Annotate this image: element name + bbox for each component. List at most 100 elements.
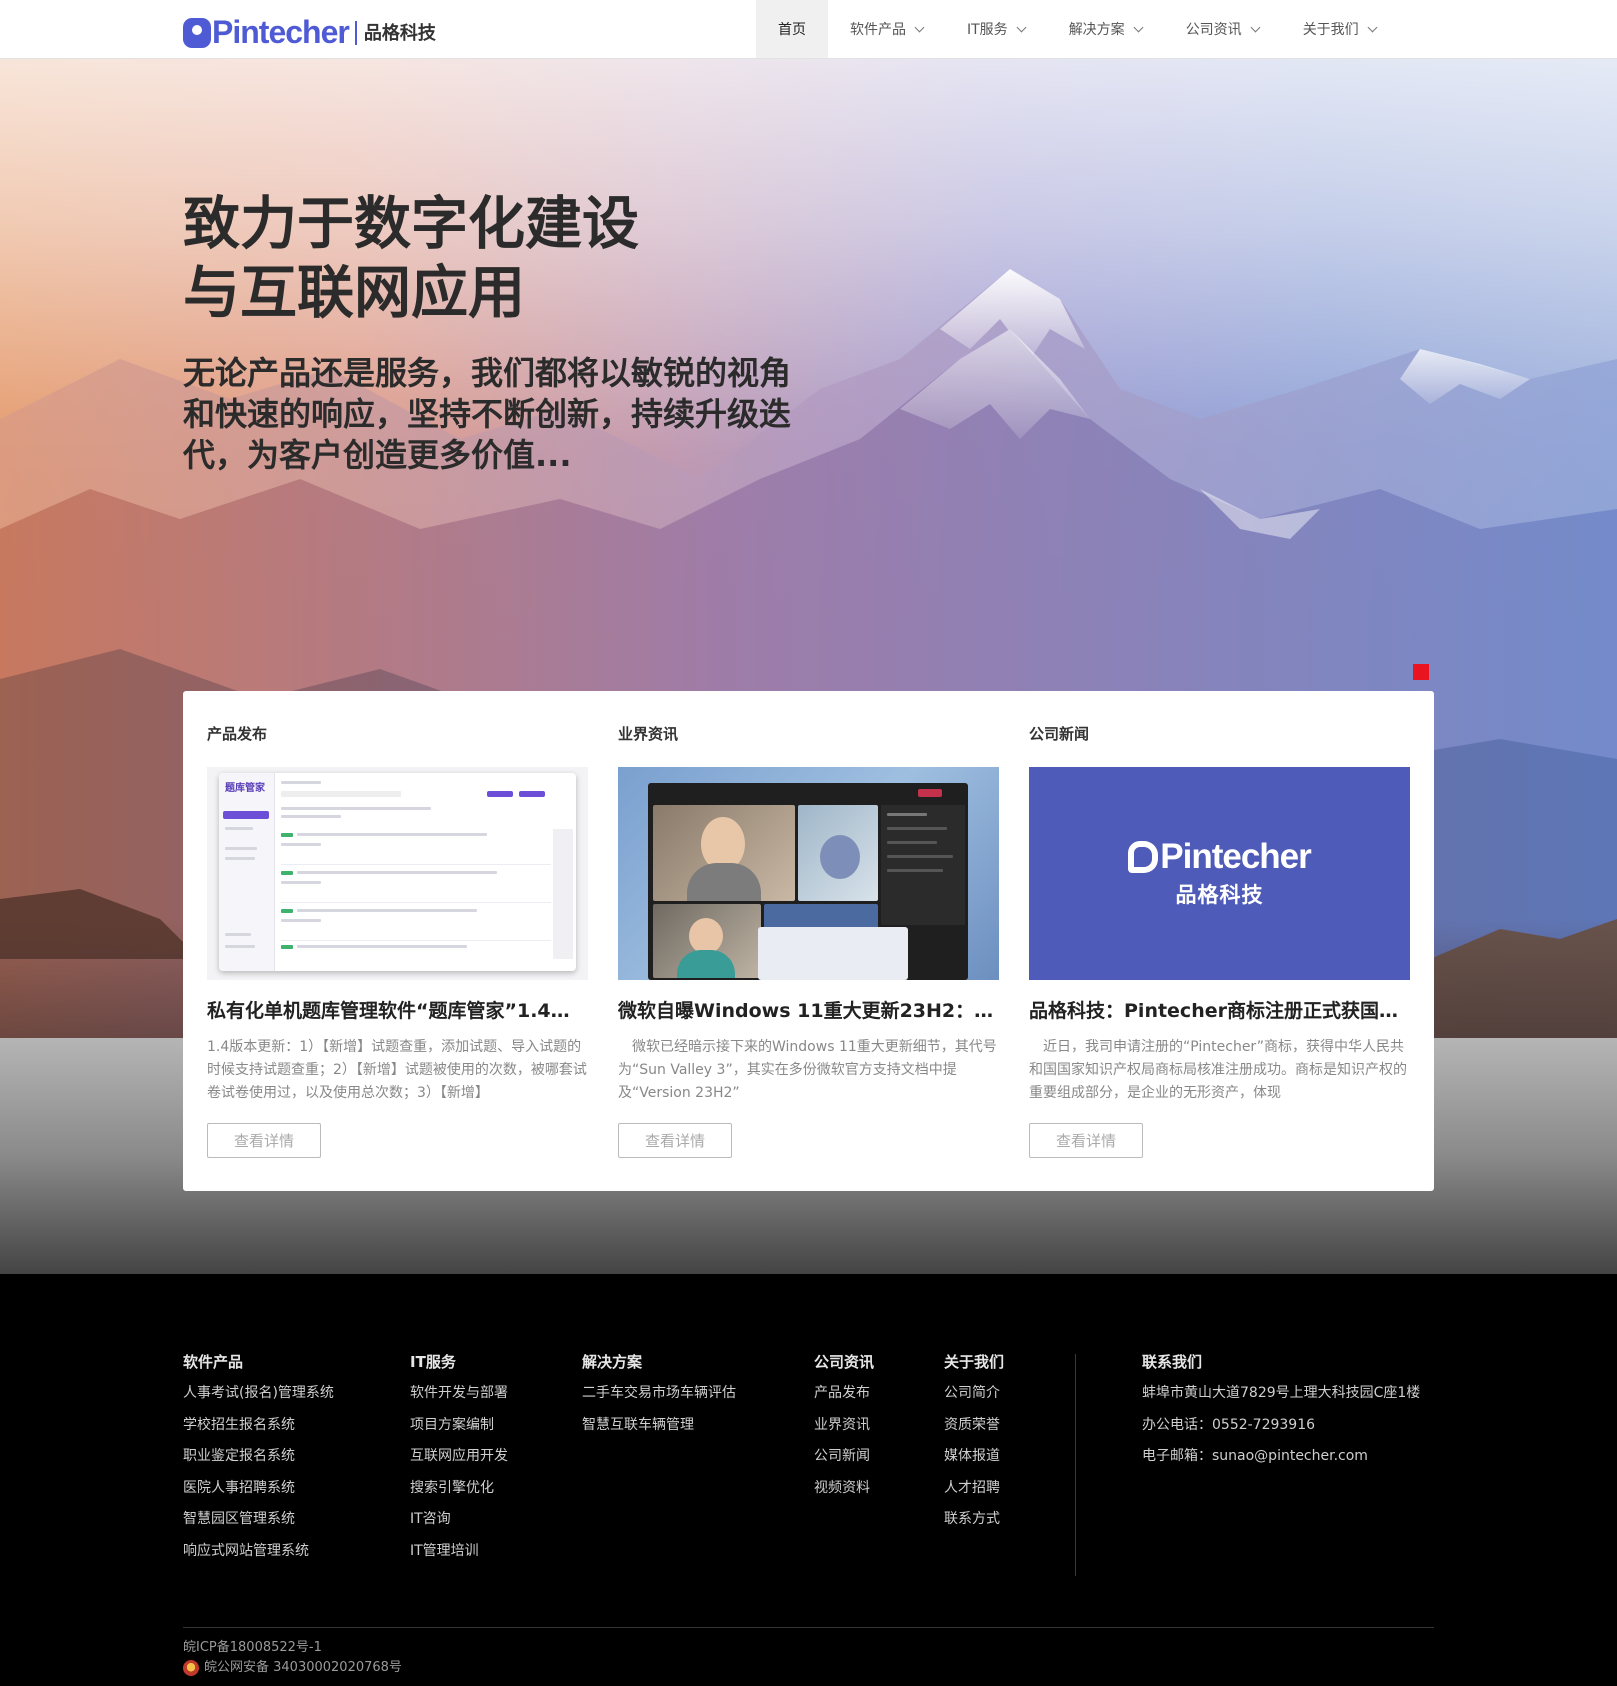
footer-link[interactable]: 公司简介 xyxy=(944,1385,1004,1402)
logo-cn-text: 品格科技 xyxy=(363,23,436,44)
news-title[interactable]: 品格科技：Pintecher商标注册正式获国家知识产权局核准 xyxy=(1029,996,1410,1023)
police-record-link[interactable]: 皖公网安备 34030002020768号 xyxy=(183,1658,402,1678)
nav-label: 首页 xyxy=(778,22,806,38)
brand-logo-cn: 品格科技 xyxy=(1175,882,1264,907)
icp-record-link[interactable]: 皖ICP备18008522号-1 xyxy=(183,1638,322,1658)
carousel-indicator[interactable] xyxy=(1413,664,1429,680)
nav-item-it-services[interactable]: IT服务 xyxy=(945,0,1047,58)
nav-item-software-products[interactable]: 软件产品 xyxy=(828,0,945,58)
police-badge-icon xyxy=(183,1660,199,1676)
hero-title-line-1: 致力于数字化建设 xyxy=(183,191,639,257)
hero-subtitle: 无论产品还是服务，我们都将以敏锐的视角和快速的响应，坚持不断创新，持续升级迭代，… xyxy=(183,354,792,474)
taskbar-preview xyxy=(758,927,908,980)
participant-face xyxy=(689,918,723,954)
footer-heading: 联系我们 xyxy=(1142,1353,1203,1371)
app-sidebar-line xyxy=(225,857,255,860)
footer-link[interactable]: 公司新闻 xyxy=(814,1448,874,1465)
hero-title: 致力于数字化建设 与互联网应用 xyxy=(183,190,639,328)
footer-link[interactable]: 业界资讯 xyxy=(814,1417,874,1434)
footer-link[interactable]: 搜索引擎优化 xyxy=(410,1480,508,1497)
footer-link[interactable]: 产品发布 xyxy=(814,1385,874,1402)
footer-heading: IT服务 xyxy=(410,1353,456,1371)
news-thumbnail[interactable] xyxy=(618,767,999,980)
footer-link[interactable]: 医院人事招聘系统 xyxy=(183,1480,334,1497)
nav-item-home[interactable]: 首页 xyxy=(756,0,828,58)
column-heading: 产品发布 xyxy=(207,725,268,743)
news-excerpt: 1.4版本更新：1）【新增】试题查重，添加试题、导入试题的时候支持试题查重；2）… xyxy=(207,1039,587,1101)
footer-link[interactable]: 媒体报道 xyxy=(944,1448,1004,1465)
contact-phone: 办公电话：0552-7293916 xyxy=(1142,1416,1316,1433)
app-sidebar-line xyxy=(225,847,257,850)
news-thumbnail[interactable]: 题库管家 xyxy=(207,767,588,980)
share-panel xyxy=(881,805,965,925)
contact-email[interactable]: 电子邮箱：sunao@pintecher.com xyxy=(1142,1448,1420,1465)
app-sidebar: 题库管家 xyxy=(219,773,275,971)
footer-heading: 解决方案 xyxy=(582,1353,643,1371)
participant-body xyxy=(677,950,735,978)
footer-heading: 公司资讯 xyxy=(814,1353,875,1371)
app-screenshot: 题库管家 xyxy=(219,773,576,971)
footer-link[interactable]: 二手车交易市场车辆评估 xyxy=(582,1385,736,1402)
chevron-down-icon xyxy=(914,22,925,32)
news-title[interactable]: 微软自曝Windows 11重大更新23H2：功能细节曝光 xyxy=(618,996,999,1023)
participant-body xyxy=(687,863,761,901)
footer-column-it-services: IT服务 软件开发与部署 项目方案编制 互联网应用开发 搜索引擎优化 IT咨询 … xyxy=(410,1354,508,1574)
leave-button-shape xyxy=(918,789,942,797)
call-tile xyxy=(653,904,761,978)
chevron-down-icon xyxy=(1367,22,1378,32)
nav-item-company-news[interactable]: 公司资讯 xyxy=(1164,0,1281,58)
app-filter-line xyxy=(281,807,431,810)
news-thumbnail[interactable]: Pintecher 品格科技 xyxy=(1029,767,1410,980)
chevron-down-icon xyxy=(1016,22,1027,32)
brand-logo: Pintecher xyxy=(1128,838,1312,875)
logo-separator xyxy=(354,21,357,45)
app-sidebar-line xyxy=(225,933,251,936)
view-details-button[interactable]: 查看详情 xyxy=(207,1123,321,1158)
footer-link[interactable]: IT咨询 xyxy=(410,1511,508,1528)
chevron-down-icon xyxy=(1250,22,1261,32)
footer-link[interactable]: 学校招生报名系统 xyxy=(183,1417,334,1434)
footer-link[interactable]: 职业鉴定报名系统 xyxy=(183,1448,334,1465)
footer-link[interactable]: 软件开发与部署 xyxy=(410,1385,508,1402)
footer-link[interactable]: IT管理培训 xyxy=(410,1543,508,1560)
app-filter-line xyxy=(281,815,341,818)
footer-link[interactable]: 联系方式 xyxy=(944,1511,1004,1528)
news-excerpt: 微软已经暗示接下来的Windows 11重大更新细节，其代号为“Sun Vall… xyxy=(618,1039,997,1101)
footer-link[interactable]: 智慧互联车辆管理 xyxy=(582,1417,736,1434)
logo-mark-icon xyxy=(183,18,211,48)
footer-column-about: 关于我们 公司简介 资质荣誉 媒体报道 人才招聘 联系方式 xyxy=(944,1354,1004,1543)
news-title[interactable]: 私有化单机题库管理软件“题库管家”1.4版本发布 xyxy=(207,996,588,1023)
nav-item-about-us[interactable]: 关于我们 xyxy=(1281,0,1398,58)
app-sidebar-line xyxy=(225,827,253,830)
footer-link[interactable]: 项目方案编制 xyxy=(410,1417,508,1434)
nav-item-solutions[interactable]: 解决方案 xyxy=(1047,0,1164,58)
view-details-button[interactable]: 查看详情 xyxy=(1029,1123,1143,1158)
site-logo[interactable]: Pintecher 品格科技 xyxy=(183,14,436,48)
footer-link[interactable]: 互联网应用开发 xyxy=(410,1448,508,1465)
footer-link[interactable]: 智慧园区管理系统 xyxy=(183,1511,334,1528)
view-details-button[interactable]: 查看详情 xyxy=(618,1123,732,1158)
logo-wordmark: Pintecher xyxy=(212,14,350,50)
footer-bottom-divider xyxy=(183,1627,1434,1628)
news-excerpt: 近日，我司申请注册的“Pintecher”商标，获得中华人民共和国国家知识产权局… xyxy=(1029,1039,1407,1101)
participant-avatar xyxy=(820,835,860,879)
police-record-text: 皖公网安备 34030002020768号 xyxy=(204,1660,402,1675)
brand-logo-mark-icon xyxy=(1128,840,1159,873)
footer-link[interactable]: 资质荣誉 xyxy=(944,1417,1004,1434)
site-header: Pintecher 品格科技 首页 软件产品 IT服务 解决方案 公司资讯 关于… xyxy=(0,0,1617,59)
nav-label: 关于我们 xyxy=(1302,22,1359,38)
footer-link[interactable]: 视频资料 xyxy=(814,1480,874,1497)
app-sidebar-selected xyxy=(223,811,269,819)
nav-label: 解决方案 xyxy=(1068,22,1125,38)
app-sidebar-line xyxy=(225,945,255,948)
hero-title-line-2: 与互联网应用 xyxy=(183,260,525,326)
app-row xyxy=(281,905,551,941)
chevron-down-icon xyxy=(1133,22,1144,32)
footer-link[interactable]: 人才招聘 xyxy=(944,1480,1004,1497)
footer-column-news: 公司资讯 产品发布 业界资讯 公司新闻 视频资料 xyxy=(814,1354,874,1511)
app-logo-text: 题库管家 xyxy=(225,783,265,794)
app-search-bar xyxy=(281,791,401,797)
app-row xyxy=(281,867,551,903)
footer-link[interactable]: 人事考试(报名)管理系统 xyxy=(183,1385,334,1402)
footer-link[interactable]: 响应式网站管理系统 xyxy=(183,1543,334,1560)
